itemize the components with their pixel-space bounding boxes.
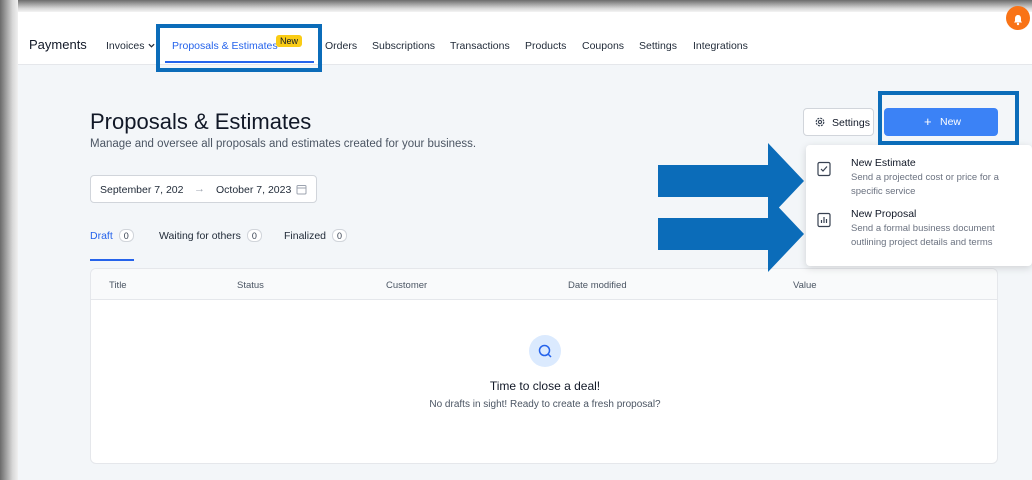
tab-draft[interactable]: Draft 0 [90,229,134,242]
nav-item-orders[interactable]: Orders [325,40,357,52]
tab-label: Finalized [284,230,327,242]
column-header-value[interactable]: Value [793,280,817,291]
empty-state-title: Time to close a deal! [489,379,601,393]
empty-state-subtitle: No drafts in sight! Ready to create a fr… [429,399,661,410]
column-header-status[interactable]: Status [237,280,264,291]
notification-avatar[interactable] [1006,6,1030,30]
column-header-date-modified[interactable]: Date modified [568,280,627,291]
menu-item-new-estimate[interactable]: New Estimate Send a projected cost or pr… [806,149,1032,199]
tab-waiting-for-others[interactable]: Waiting for others 0 [159,229,262,242]
menu-item-description: Send a projected cost or price for a spe… [851,172,999,197]
frame-shadow-left [0,0,18,480]
nav-item-transactions[interactable]: Transactions [450,40,510,52]
highlight-box-new-button [878,91,1019,145]
date-range-start[interactable]: September 7, 202 [100,184,183,196]
estimate-doc-icon [817,161,831,177]
tab-label: Waiting for others [159,230,241,242]
active-tab-underline [90,259,134,261]
chevron-down-icon[interactable] [148,42,155,49]
nav-item-invoices[interactable]: Invoices [106,40,145,52]
menu-item-title: New Estimate [851,157,916,169]
tab-label: Draft [90,230,113,242]
search-icon [538,344,552,358]
date-range-picker[interactable]: September 7, 202 → October 7, 2023 [90,175,317,203]
column-header-title[interactable]: Title [109,280,127,291]
nav-item-products[interactable]: Products [525,40,566,52]
menu-item-new-proposal[interactable]: New Proposal Send a formal business docu… [806,200,1032,250]
bell-icon [1014,15,1022,26]
highlight-box-proposals-tab [156,24,322,72]
menu-item-title: New Proposal [851,208,917,220]
arrow-right-icon: → [194,183,205,195]
nav-item-subscriptions[interactable]: Subscriptions [372,40,435,52]
menu-item-description: Send a formal business document outlinin… [851,223,995,248]
screenshot-frame: Payments Invoices Proposals & Estimates … [0,0,1032,480]
brand-title: Payments [29,37,87,52]
gear-icon [815,117,825,127]
tab-count: 0 [332,229,348,242]
table-header: Title Status Customer Date modified Valu… [91,269,997,300]
nav-item-coupons[interactable]: Coupons [582,40,624,52]
settings-button-label: Settings [832,117,870,129]
new-dropdown-menu: New Estimate Send a projected cost or pr… [806,145,1032,266]
annotation-arrow-right-icon [658,196,804,272]
column-header-customer[interactable]: Customer [386,280,427,291]
page-title: Proposals & Estimates [90,109,312,134]
proposals-table: Title Status Customer Date modified Valu… [90,268,998,464]
tab-finalized[interactable]: Finalized 0 [284,229,348,242]
nav-item-settings[interactable]: Settings [639,40,677,52]
app-window: Payments Invoices Proposals & Estimates … [18,6,1032,480]
chart-doc-icon [817,212,831,228]
settings-button[interactable]: Settings [803,108,874,136]
page-subtitle: Manage and oversee all proposals and est… [90,138,477,150]
date-range-end[interactable]: October 7, 2023 [216,184,291,196]
tab-count: 0 [246,229,262,242]
nav-item-integrations[interactable]: Integrations [693,40,748,52]
frame-shadow-top [0,0,1032,12]
empty-state-icon [529,335,561,367]
tab-count: 0 [118,229,134,242]
calendar-icon[interactable] [296,184,307,195]
